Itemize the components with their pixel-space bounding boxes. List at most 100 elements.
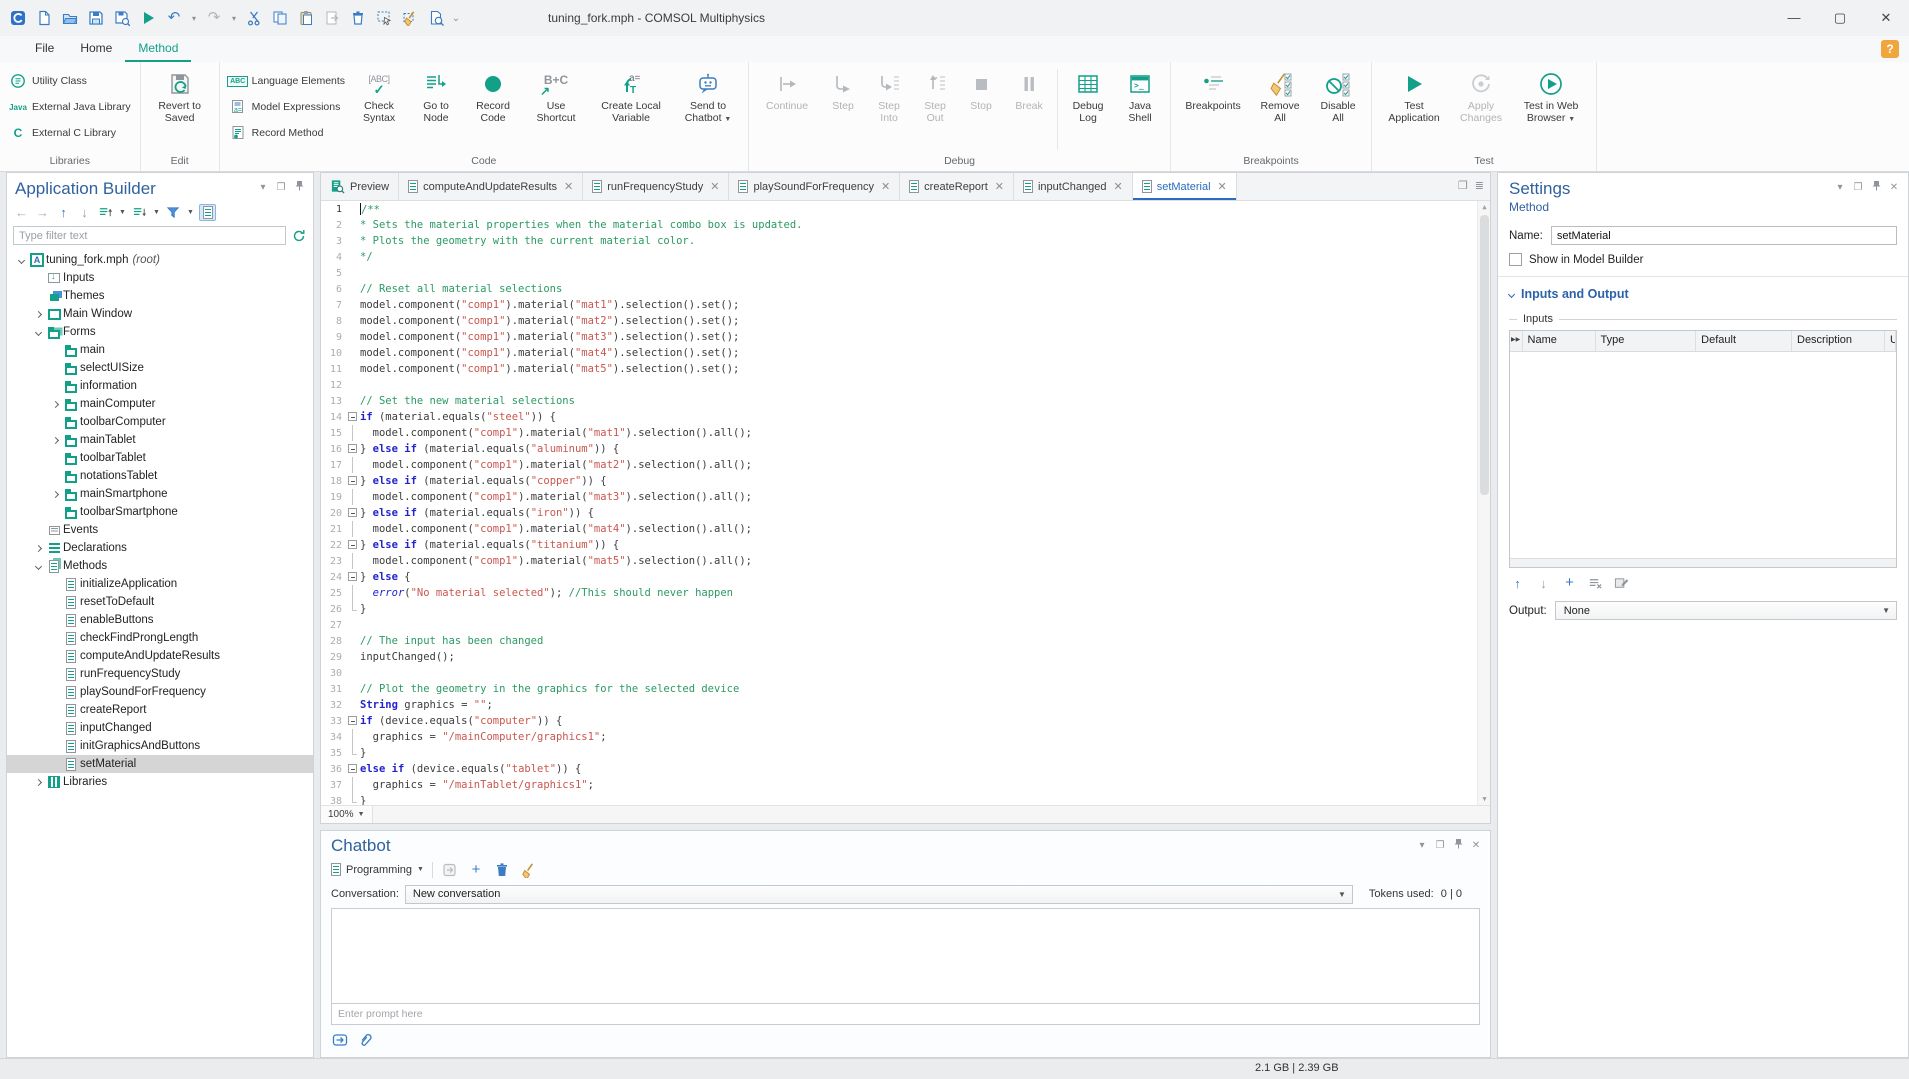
tree-node-Methods[interactable]: Methods — [7, 557, 313, 575]
column-header-unit[interactable]: Unit — [1885, 331, 1896, 351]
column-header-description[interactable]: Description — [1792, 331, 1885, 351]
add-button[interactable]: + — [467, 861, 485, 879]
tree-node-initGraphicsAndButtons[interactable]: initGraphicsAndButtons — [7, 737, 313, 755]
editor-tab-playSoundForFrequency[interactable]: playSoundForFrequency ✕ — [729, 173, 900, 200]
tree-node-tuning_fork.mph[interactable]: A tuning_fork.mph(root) — [7, 251, 313, 269]
close-button[interactable]: ✕ — [1863, 0, 1909, 36]
fold-toggle-icon[interactable] — [347, 441, 360, 457]
expand-icon[interactable] — [35, 778, 42, 785]
code-editor[interactable]: 1 /**2 * Sets the material properties wh… — [321, 201, 1490, 805]
editor-tab-computeAndUpdateResults[interactable]: computeAndUpdateResults ✕ — [399, 173, 583, 200]
paste-button[interactable] — [294, 6, 318, 30]
column-header-type[interactable]: Type — [1596, 331, 1697, 351]
move-down-button[interactable]: ↓ — [1535, 575, 1552, 592]
expand-icon[interactable] — [52, 400, 59, 407]
scroll-down-icon[interactable]: ▼ — [1478, 795, 1490, 803]
go-to-node-button[interactable]: Go to Node — [409, 65, 463, 124]
caret-icon[interactable]: ▼ — [152, 204, 161, 221]
debug-log-button[interactable]: Debug Log — [1061, 65, 1115, 124]
panel-pin-icon[interactable] — [1452, 838, 1464, 852]
send-prompt-button[interactable] — [331, 1031, 349, 1049]
delete-rows-button[interactable] — [1587, 575, 1604, 592]
record-code-button[interactable]: Record Code — [463, 65, 523, 124]
open-button[interactable] — [58, 6, 82, 30]
editor-vertical-scrollbar[interactable]: ▲ ▼ — [1477, 201, 1490, 805]
tree-node-Main Window[interactable]: Main Window — [7, 305, 313, 323]
restore-pane-icon[interactable]: ❐ — [1458, 179, 1468, 192]
copy-button[interactable] — [268, 6, 292, 30]
select-box-button[interactable] — [372, 6, 396, 30]
delete-button[interactable] — [346, 6, 370, 30]
editor-horizontal-scrollbar[interactable] — [373, 806, 1490, 823]
undo-button[interactable]: ↶ — [162, 6, 186, 30]
panel-menu-caret-icon[interactable]: ▾ — [1834, 182, 1846, 193]
collapse-icon[interactable] — [35, 562, 42, 569]
model-expressions-button[interactable]: a=Model Expressions — [225, 94, 349, 120]
tab-file[interactable]: File — [22, 36, 67, 62]
collapse-all-button[interactable] — [131, 204, 148, 221]
caret-icon[interactable]: ▼ — [118, 204, 127, 221]
panel-close-icon[interactable]: ✕ — [1470, 840, 1482, 851]
panel-pin-icon[interactable] — [293, 180, 305, 194]
editor-tab-createReport[interactable]: createReport ✕ — [900, 173, 1014, 200]
remove-all-button[interactable]: Remove All — [1250, 65, 1310, 124]
fold-toggle-icon[interactable] — [347, 761, 360, 777]
expand-icon[interactable] — [35, 544, 42, 551]
redo-caret[interactable]: ▾ — [228, 6, 240, 30]
refresh-icon[interactable] — [290, 227, 307, 244]
language-elements-button[interactable]: ABCLanguage Elements — [225, 68, 349, 94]
fold-toggle-icon[interactable] — [347, 713, 360, 729]
tree-node-Themes[interactable]: Themes — [7, 287, 313, 305]
preview-file-button[interactable] — [424, 6, 448, 30]
tree-node-Libraries[interactable]: Libraries — [7, 773, 313, 791]
maximize-button[interactable]: ▢ — [1817, 0, 1863, 36]
panel-menu-caret-icon[interactable]: ▾ — [1416, 840, 1428, 851]
tree-node-mainComputer[interactable]: mainComputer — [7, 395, 313, 413]
close-tab-icon[interactable]: ✕ — [1218, 180, 1227, 193]
tree-node-checkFindProngLength[interactable]: checkFindProngLength — [7, 629, 313, 647]
close-tab-icon[interactable]: ✕ — [1114, 180, 1123, 193]
tree-node-setMaterial[interactable]: setMaterial — [7, 755, 313, 773]
tree-node-mainTablet[interactable]: mainTablet — [7, 431, 313, 449]
delete-chat-button[interactable] — [493, 861, 511, 879]
send-to-chatbot-button[interactable]: Send to Chatbot ▼ — [673, 65, 743, 126]
tree-node-mainSmartphone[interactable]: mainSmartphone — [7, 485, 313, 503]
move-up-button[interactable]: ↑ — [1509, 575, 1526, 592]
test-application-button[interactable]: Test Application — [1377, 65, 1451, 124]
filter-button[interactable] — [165, 204, 182, 221]
editor-tab-setMaterial[interactable]: setMaterial ✕ — [1133, 173, 1237, 200]
chatbot-prompt-input[interactable]: Enter prompt here — [331, 1004, 1480, 1025]
tree-node-Declarations[interactable]: Declarations — [7, 539, 313, 557]
expand-all-button[interactable] — [97, 204, 114, 221]
check-syntax-button[interactable]: [ABC]✓ Check Syntax — [349, 65, 409, 124]
add-button[interactable]: + — [1561, 575, 1578, 592]
clear-selection-button[interactable] — [398, 6, 422, 30]
breakpoints-button[interactable]: Breakpoints — [1176, 65, 1250, 112]
minimize-button[interactable]: — — [1771, 0, 1817, 36]
external-java-library-button[interactable]: JavaExternal Java Library — [5, 94, 135, 120]
tree-node-initializeApplication[interactable]: initializeApplication — [7, 575, 313, 593]
fold-toggle-icon[interactable] — [347, 505, 360, 521]
close-tab-icon[interactable]: ✕ — [710, 180, 719, 193]
disable-all-button[interactable]: Disable All — [1310, 65, 1366, 124]
tree-node-Events[interactable]: Events — [7, 521, 313, 539]
tree-node-playSoundForFrequency[interactable]: playSoundForFrequency — [7, 683, 313, 701]
tree-node-createReport[interactable]: createReport — [7, 701, 313, 719]
edit-row-button[interactable] — [1613, 575, 1630, 592]
fold-toggle-icon[interactable] — [347, 569, 360, 585]
method-name-input[interactable] — [1551, 226, 1897, 245]
editor-zoom-control[interactable]: 100% ▼ — [321, 806, 373, 823]
conversation-select[interactable]: New conversation ▼ — [405, 885, 1353, 904]
tree-node-inputChanged[interactable]: inputChanged — [7, 719, 313, 737]
save-compact-button[interactable] — [110, 6, 134, 30]
utility-class-button[interactable]: Utility Class — [5, 68, 135, 94]
close-tab-icon[interactable]: ✕ — [995, 180, 1004, 193]
close-tab-icon[interactable]: ✕ — [564, 180, 573, 193]
editor-tab-Preview[interactable]: Preview — [321, 173, 399, 200]
column-header-default[interactable]: Default — [1696, 331, 1792, 351]
fold-toggle-icon[interactable] — [347, 409, 360, 425]
test-in-web-browser-button[interactable]: Test in Web Browser ▼ — [1511, 65, 1591, 126]
save-button[interactable] — [84, 6, 108, 30]
inputs-table-hscrollbar[interactable] — [1510, 558, 1896, 567]
tab-list-icon[interactable]: ≣ — [1475, 179, 1484, 192]
